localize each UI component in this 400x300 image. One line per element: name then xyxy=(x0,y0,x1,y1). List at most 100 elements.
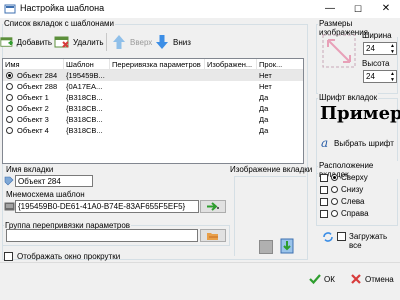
table-row[interactable]: Объект 288 {0A17EA... Нет xyxy=(3,81,303,92)
row-name-cell: Объект 1 xyxy=(3,92,64,103)
row-scroll-cell: Нет xyxy=(259,71,272,80)
cancel-button[interactable]: Отмена xyxy=(346,268,400,290)
row-radio[interactable] xyxy=(6,127,13,134)
add-label: Добавить xyxy=(16,37,52,47)
row-scroll-cell: Да xyxy=(259,126,269,135)
add-button[interactable]: Добавить xyxy=(0,32,52,52)
row-name-cell: Объект 284 xyxy=(3,70,64,81)
position-radio[interactable] xyxy=(331,174,338,181)
down-button[interactable]: Вниз xyxy=(154,32,198,52)
delete-label: Удалить xyxy=(73,37,104,47)
width-spin-arrows[interactable]: ▲ ▼ xyxy=(390,43,395,55)
row-radio[interactable] xyxy=(6,94,13,101)
row-radio[interactable] xyxy=(6,116,13,123)
table-row[interactable]: Объект 284 {195459B... Нет xyxy=(3,70,303,81)
position-option[interactable]: Справа xyxy=(320,209,369,218)
row-rebind-cell xyxy=(110,125,205,136)
row-name: Объект 2 xyxy=(17,104,49,113)
load-all-label: Загружать все xyxy=(349,232,388,250)
app-icon xyxy=(4,4,16,14)
table-row[interactable]: Объект 4 {B318CB... Да xyxy=(3,125,303,136)
tab-image-label: Изображение вкладки xyxy=(230,165,313,174)
row-radio[interactable] xyxy=(6,72,13,79)
arrow-right-icon xyxy=(207,202,219,211)
column-header[interactable]: Шаблон xyxy=(64,59,110,69)
row-template-cell: {B318CB... xyxy=(66,104,103,113)
maximize-button[interactable]: ☐ xyxy=(344,0,372,18)
position-option[interactable]: Сверху xyxy=(320,173,368,182)
footer-divider xyxy=(0,262,400,263)
load-all-checkbox[interactable] xyxy=(337,232,346,241)
height-spin-arrows[interactable]: ▲ ▼ xyxy=(390,71,395,83)
column-header[interactable]: Переривязка параметров xyxy=(110,59,205,69)
tab-name-input[interactable]: Объект 284 xyxy=(15,175,93,187)
table-row[interactable]: Объект 3 {B318CB... Да xyxy=(3,114,303,125)
template-icon xyxy=(4,202,15,211)
position-option[interactable]: Снизу xyxy=(320,185,363,194)
image-load-button[interactable] xyxy=(280,238,294,254)
row-radio[interactable] xyxy=(6,105,13,112)
row-name: Объект 284 xyxy=(17,71,58,80)
scroll-checkbox[interactable] xyxy=(4,252,13,261)
row-image-cell xyxy=(205,92,257,103)
up-button[interactable]: Вверх xyxy=(111,32,155,52)
position-option-label: Сверху xyxy=(341,173,368,182)
position-radio[interactable] xyxy=(331,198,338,205)
image-clear-button[interactable] xyxy=(259,240,273,254)
folder-icon xyxy=(207,232,218,240)
refresh-icon xyxy=(323,232,333,242)
resize-icon xyxy=(322,34,356,68)
position-radio[interactable] xyxy=(331,186,338,193)
row-template-cell: {B318CB... xyxy=(66,115,103,124)
position-option[interactable]: Слева xyxy=(320,197,365,206)
minimize-button[interactable]: — xyxy=(316,0,344,18)
close-button[interactable]: ✕ xyxy=(372,0,400,18)
row-name-cell: Объект 288 xyxy=(3,81,64,92)
ok-label: ОК xyxy=(324,274,335,284)
position-checkbox[interactable] xyxy=(320,185,328,194)
svg-text:a: a xyxy=(321,136,328,150)
position-radio[interactable] xyxy=(331,210,338,217)
height-value: 24 xyxy=(366,72,375,81)
row-image-cell xyxy=(205,125,257,136)
font-icon: a xyxy=(321,136,328,150)
check-icon xyxy=(309,274,321,285)
position-checkbox[interactable] xyxy=(320,173,328,182)
width-label: Ширина xyxy=(362,31,392,40)
mnemo-input[interactable]: {195459B0-DE61-41A0-B74E-83AF655F5EF5} xyxy=(15,200,199,213)
row-name: Объект 3 xyxy=(17,115,49,124)
font-group-label: Шрифт вкладок xyxy=(318,93,379,102)
mnemo-browse-button[interactable] xyxy=(200,200,226,213)
row-image-cell xyxy=(205,70,257,81)
table-header: Имя Шаблон Переривязка параметров Изобра… xyxy=(3,59,303,70)
column-header[interactable]: Имя xyxy=(3,59,64,69)
row-image-cell xyxy=(205,114,257,125)
params-input[interactable] xyxy=(6,229,198,242)
row-rebind-cell xyxy=(110,70,205,81)
title-bar: Настройка шаблона — ☐ ✕ xyxy=(0,0,400,18)
row-image-cell xyxy=(205,81,257,92)
ok-button[interactable]: ОК xyxy=(303,268,341,290)
position-checkbox[interactable] xyxy=(320,209,328,218)
table-row[interactable]: Объект 1 {B318CB... Да xyxy=(3,92,303,103)
choose-font-button[interactable]: a Выбрать шрифт xyxy=(320,134,396,152)
font-sample: Пример xyxy=(320,103,400,124)
column-header[interactable]: Прок... xyxy=(257,59,303,69)
choose-font-label: Выбрать шрифт xyxy=(334,138,394,148)
height-label: Высота xyxy=(362,59,390,68)
row-template-cell: {195459B... xyxy=(66,71,105,80)
delete-button[interactable]: Удалить xyxy=(54,32,104,52)
row-radio[interactable] xyxy=(6,83,13,90)
table-row[interactable]: Объект 2 {B318CB... Да xyxy=(3,103,303,114)
params-browse-button[interactable] xyxy=(200,229,226,242)
row-template-cell: {B318CB... xyxy=(66,126,103,135)
cancel-label: Отмена xyxy=(365,274,394,284)
width-spinner[interactable]: 24 ▲ ▼ xyxy=(363,42,397,55)
position-checkbox[interactable] xyxy=(320,197,328,206)
row-name-cell: Объект 2 xyxy=(3,103,64,114)
row-scroll-cell: Да xyxy=(259,93,269,102)
height-spinner[interactable]: 24 ▲ ▼ xyxy=(363,70,397,83)
arrow-up-icon xyxy=(113,35,125,49)
row-name-cell: Объект 3 xyxy=(3,114,64,125)
column-header[interactable]: Изображен... xyxy=(205,59,257,69)
